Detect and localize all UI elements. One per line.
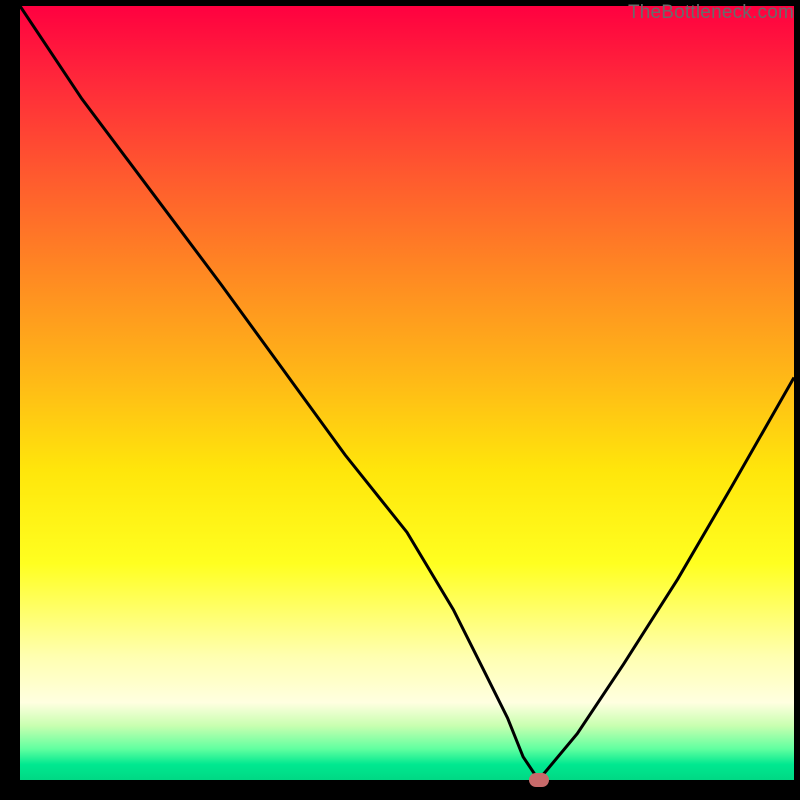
- plot-area: [20, 6, 794, 780]
- bottleneck-curve: [20, 6, 794, 780]
- optimal-point-marker: [529, 773, 549, 787]
- chart-frame: TheBottleneck.com: [0, 0, 800, 800]
- watermark-text: TheBottleneck.com: [628, 2, 794, 24]
